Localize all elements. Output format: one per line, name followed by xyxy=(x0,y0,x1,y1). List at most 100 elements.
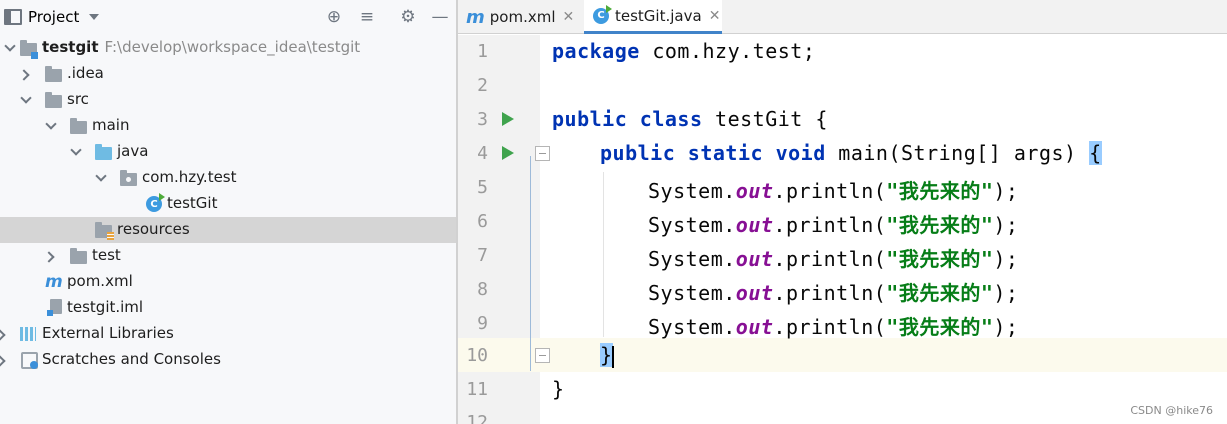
code-text: System. xyxy=(648,179,736,203)
project-panel-icon xyxy=(4,9,22,25)
chevron-right-icon[interactable] xyxy=(20,69,30,79)
code-text: ); xyxy=(993,213,1019,237)
tree-item-iml[interactable]: testgit.iml xyxy=(0,295,456,321)
tree-item-package[interactable]: com.hzy.test xyxy=(0,165,456,191)
code-text: .println( xyxy=(773,315,887,339)
chevron-right-icon[interactable] xyxy=(0,329,6,339)
code-text: ); xyxy=(993,179,1019,203)
tab-testgit-java[interactable]: C testGit.java ✕ xyxy=(584,0,722,34)
project-view-selector[interactable]: Project xyxy=(4,6,100,28)
static-field: out xyxy=(735,213,774,237)
fold-range-line xyxy=(530,156,531,371)
code-text: .println( xyxy=(773,213,887,237)
tab-pom-xml[interactable]: m pom.xml ✕ xyxy=(466,0,584,34)
code-text: testGit { xyxy=(702,107,828,131)
line-number: 6 xyxy=(477,211,488,232)
code-text: com.hzy.test; xyxy=(639,39,816,63)
code-text: .println( xyxy=(773,247,887,271)
locate-file-icon[interactable]: ⊕ xyxy=(324,7,344,27)
string-literal: "我先来的" xyxy=(886,281,994,305)
tree-item-label: com.hzy.test xyxy=(142,168,237,186)
tree-item-label: test xyxy=(92,246,121,264)
run-main-icon[interactable] xyxy=(502,146,514,160)
line-number: 2 xyxy=(477,75,488,96)
tree-item-label: resources xyxy=(117,220,190,238)
indent-guide xyxy=(603,172,604,337)
fold-marker-icon[interactable] xyxy=(535,348,550,363)
module-badge-icon xyxy=(31,52,38,59)
source-folder-icon xyxy=(95,144,112,160)
static-field: out xyxy=(735,247,774,271)
tree-item-test[interactable]: test xyxy=(0,243,456,269)
tree-item-label: testgit.iml xyxy=(67,298,144,316)
matched-brace: { xyxy=(1089,141,1102,165)
module-name: testgit xyxy=(42,38,99,56)
code-line-11: } xyxy=(552,377,565,401)
keyword: static xyxy=(687,141,764,165)
fold-marker-icon[interactable] xyxy=(535,146,550,161)
tree-item-label: Scratches and Consoles xyxy=(42,350,221,368)
code-line-5: System.out.println("我先来的"); xyxy=(648,175,1018,204)
chevron-down-icon[interactable] xyxy=(20,94,30,104)
collapse-all-icon[interactable]: ≡ xyxy=(357,7,377,27)
tree-item-label: testgit F:\develop\workspace_idea\testgit xyxy=(42,38,360,56)
keyword: class xyxy=(639,107,703,131)
gear-icon[interactable]: ⚙ xyxy=(398,7,418,27)
code-text: ); xyxy=(993,247,1019,271)
tree-item-scratches[interactable]: Scratches and Consoles xyxy=(0,347,456,373)
java-class-icon: C xyxy=(593,4,612,24)
project-panel-title: Project xyxy=(28,8,80,26)
run-class-icon[interactable] xyxy=(502,112,514,126)
library-icon xyxy=(20,327,36,341)
line-number: 12 xyxy=(466,412,488,424)
string-literal: "我先来的" xyxy=(886,247,994,271)
scratch-icon xyxy=(21,352,38,369)
tree-item-pom[interactable]: m pom.xml xyxy=(0,269,456,295)
java-class-icon: C xyxy=(146,193,165,212)
keyword: public xyxy=(600,141,676,165)
static-field: out xyxy=(735,179,774,203)
code-text: ); xyxy=(993,315,1019,339)
package-icon xyxy=(120,170,137,186)
code-text: ); xyxy=(993,281,1019,305)
chevron-down-icon[interactable] xyxy=(70,146,80,156)
string-literal: "我先来的" xyxy=(886,179,994,203)
chevron-down-icon xyxy=(89,14,100,20)
project-panel-header: Project ⊕ ≡ ⚙ — xyxy=(0,0,456,33)
tree-item-label: .idea xyxy=(67,64,104,82)
chevron-right-icon[interactable] xyxy=(45,251,55,261)
string-literal: "我先来的" xyxy=(886,213,994,237)
close-icon[interactable]: ✕ xyxy=(709,8,721,24)
tree-item-idea[interactable]: .idea xyxy=(0,61,456,87)
folder-icon xyxy=(45,92,62,108)
chevron-down-icon[interactable] xyxy=(45,120,55,130)
tree-item-label: testGit xyxy=(167,194,218,212)
tree-item-external-libraries[interactable]: External Libraries xyxy=(0,321,456,347)
tree-item-label: main xyxy=(92,116,130,134)
code-text: System. xyxy=(648,247,736,271)
code-line-10: } xyxy=(600,343,614,368)
chevron-right-icon[interactable] xyxy=(0,355,6,365)
tree-item-testgit-class[interactable]: C testGit xyxy=(0,191,456,217)
tree-item-java[interactable]: java xyxy=(0,139,456,165)
code-text: .println( xyxy=(773,281,887,305)
folder-icon xyxy=(70,118,87,134)
keyword: void xyxy=(775,141,826,165)
minimize-icon[interactable]: — xyxy=(430,7,450,27)
line-number: 10 xyxy=(466,345,488,366)
folder-icon xyxy=(45,66,62,82)
maven-m-icon: m xyxy=(45,272,63,292)
tree-item-main[interactable]: main xyxy=(0,113,456,139)
tree-item-label: src xyxy=(67,90,89,108)
tree-item-src[interactable]: src xyxy=(0,87,456,113)
code-text: .println( xyxy=(773,179,887,203)
chevron-down-icon[interactable] xyxy=(4,42,14,52)
line-number: 3 xyxy=(477,109,488,130)
tree-item-resources[interactable]: resources xyxy=(0,217,456,243)
close-icon[interactable]: ✕ xyxy=(563,9,575,25)
tree-item-testgit[interactable]: testgit F:\develop\workspace_idea\testgit xyxy=(0,35,456,61)
chevron-down-icon[interactable] xyxy=(95,172,105,182)
maven-m-icon: m xyxy=(466,6,485,28)
code-line-7: System.out.println("我先来的"); xyxy=(648,243,1018,272)
code-line-4: public static void main(String[] args) { xyxy=(600,141,1102,165)
